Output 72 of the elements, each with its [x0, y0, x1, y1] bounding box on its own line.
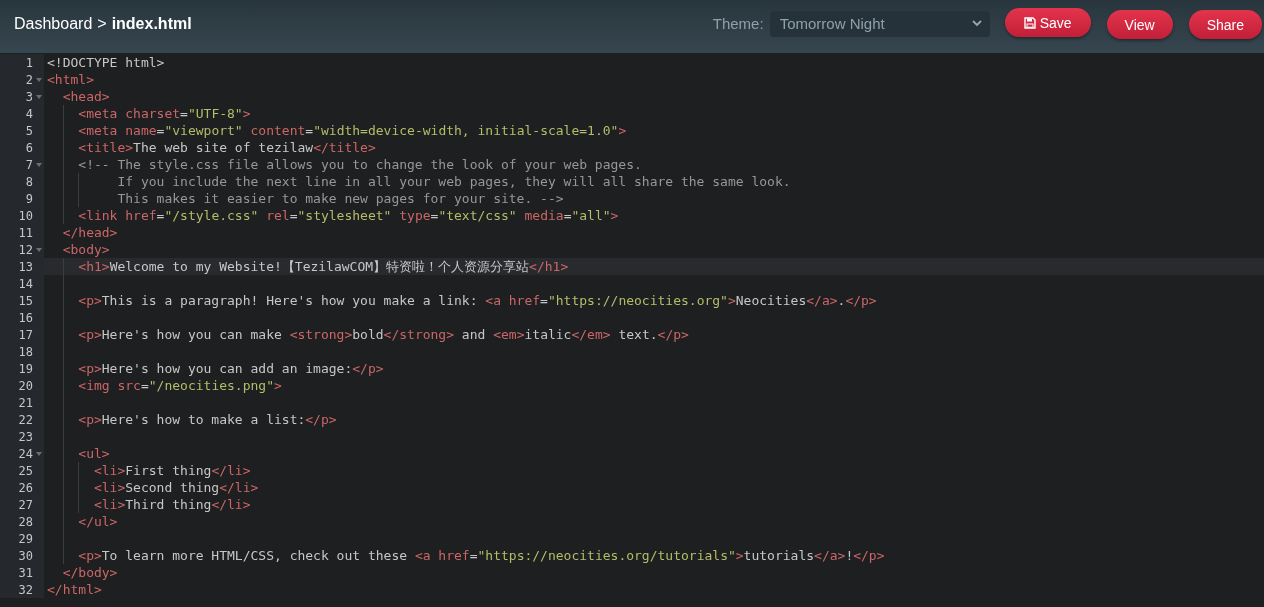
code-line: <meta charset="UTF-8">	[78, 105, 251, 122]
line-number: 19	[18, 361, 33, 376]
code-line: If you include the next line in all your web pages, they will all share the same look.	[116, 173, 791, 190]
fold-icon[interactable]	[35, 247, 42, 252]
theme-label: Theme:	[712, 15, 764, 32]
code-line: <li>Second thing</li>	[93, 479, 259, 496]
chevron-icon	[971, 20, 982, 27]
line-number: 7	[25, 157, 33, 172]
code-line: </html>	[47, 581, 102, 598]
line-number: 26	[18, 480, 33, 495]
code-line: <p>To learn more HTML/CSS, check out these <a href="https://neocities.org/tutorials">tutorials</a>!</p>	[78, 547, 885, 564]
code-line: <body>	[62, 241, 110, 258]
code-line: <li>Third thing</li>	[93, 496, 251, 513]
line-number: 11	[18, 225, 33, 240]
action-button[interactable]: Share	[1188, 10, 1262, 39]
line-number: 6	[25, 140, 33, 155]
line-number: 30	[18, 548, 33, 563]
line-number: 4	[25, 106, 33, 121]
line-number: 29	[18, 531, 33, 546]
line-number: 16	[18, 310, 33, 325]
line-number: 8	[25, 174, 33, 189]
line-number: 20	[18, 378, 33, 393]
code-line: This makes it easier to make new pages for your site. -->	[116, 190, 564, 207]
code-line: <img src="/neocities.png">	[78, 377, 282, 394]
line-number: 13	[18, 259, 33, 274]
fold-icon[interactable]	[35, 77, 42, 82]
line-number: 15	[18, 293, 33, 308]
file-name: index.html	[111, 14, 192, 33]
code-line: </ul>	[78, 513, 118, 530]
code-line: <head>	[62, 88, 110, 105]
line-number: 25	[18, 463, 33, 478]
code-line: <ul>	[78, 445, 110, 462]
save-button[interactable]: Save	[1004, 8, 1091, 37]
line-number: 1	[25, 55, 33, 70]
code-line: <html>	[47, 71, 94, 88]
fold-icon[interactable]	[35, 94, 42, 99]
line-number: 17	[18, 327, 33, 342]
line-number: 18	[18, 344, 33, 359]
line-number: 12	[18, 242, 33, 257]
line-number: 9	[25, 191, 33, 206]
line-number: 14	[18, 276, 33, 291]
code-line: <p>Here's how you can make <strong>bold</strong> and <em>italic</em> text.</p>	[78, 326, 689, 343]
code-line: <meta name="viewport" content="width=device-width, initial-scale=1.0">	[78, 122, 627, 139]
code-line: <!DOCTYPE html>	[47, 54, 165, 71]
code-line: </head>	[62, 224, 118, 241]
line-number: 10	[18, 208, 33, 223]
fold-icon[interactable]	[35, 451, 42, 456]
line-number: 23	[18, 429, 33, 444]
theme-dropdown[interactable]: Tomorrow Night	[769, 10, 990, 37]
code-line: </body>	[62, 564, 118, 581]
dashboard-link[interactable]: Dashboard	[14, 14, 93, 33]
line-number: 5	[25, 123, 33, 138]
code-line: <p>Here's how you can add an image:</p>	[78, 360, 384, 377]
line-number: 27	[18, 497, 33, 512]
code-line: <p>Here's how to make a list:</p>	[78, 411, 337, 428]
breadcrumb-separator: >	[97, 14, 107, 33]
code-line: <title>The web site of tezilaw</title>	[78, 139, 376, 156]
fold-icon[interactable]	[35, 162, 42, 167]
line-number: 28	[18, 514, 33, 529]
action-button[interactable]: View	[1106, 10, 1173, 39]
line-number: 2	[25, 72, 33, 87]
line-number: 24	[18, 446, 33, 461]
line-number: 32	[18, 582, 33, 597]
code-line: <p>This is a paragraph! Here's how you make a link: <a href="https://neocities.org">Neocities</a>.</p>	[78, 292, 877, 309]
line-number: 21	[18, 395, 33, 410]
line-number: 22	[18, 412, 33, 427]
line-number: 3	[25, 89, 33, 104]
code-line: <!-- The style.css file allows you to change the look of your web pages.	[78, 156, 642, 173]
code-line: <link href="/style.css" rel="stylesheet" type="text/css" media="all">	[78, 207, 619, 224]
code-line: <li>First thing</li>	[93, 462, 251, 479]
code-line: <h1>Welcome to my Website!【TezilawCOM】特资啦！个人资源分享站</h1>	[78, 258, 569, 275]
line-number: 31	[18, 565, 33, 580]
